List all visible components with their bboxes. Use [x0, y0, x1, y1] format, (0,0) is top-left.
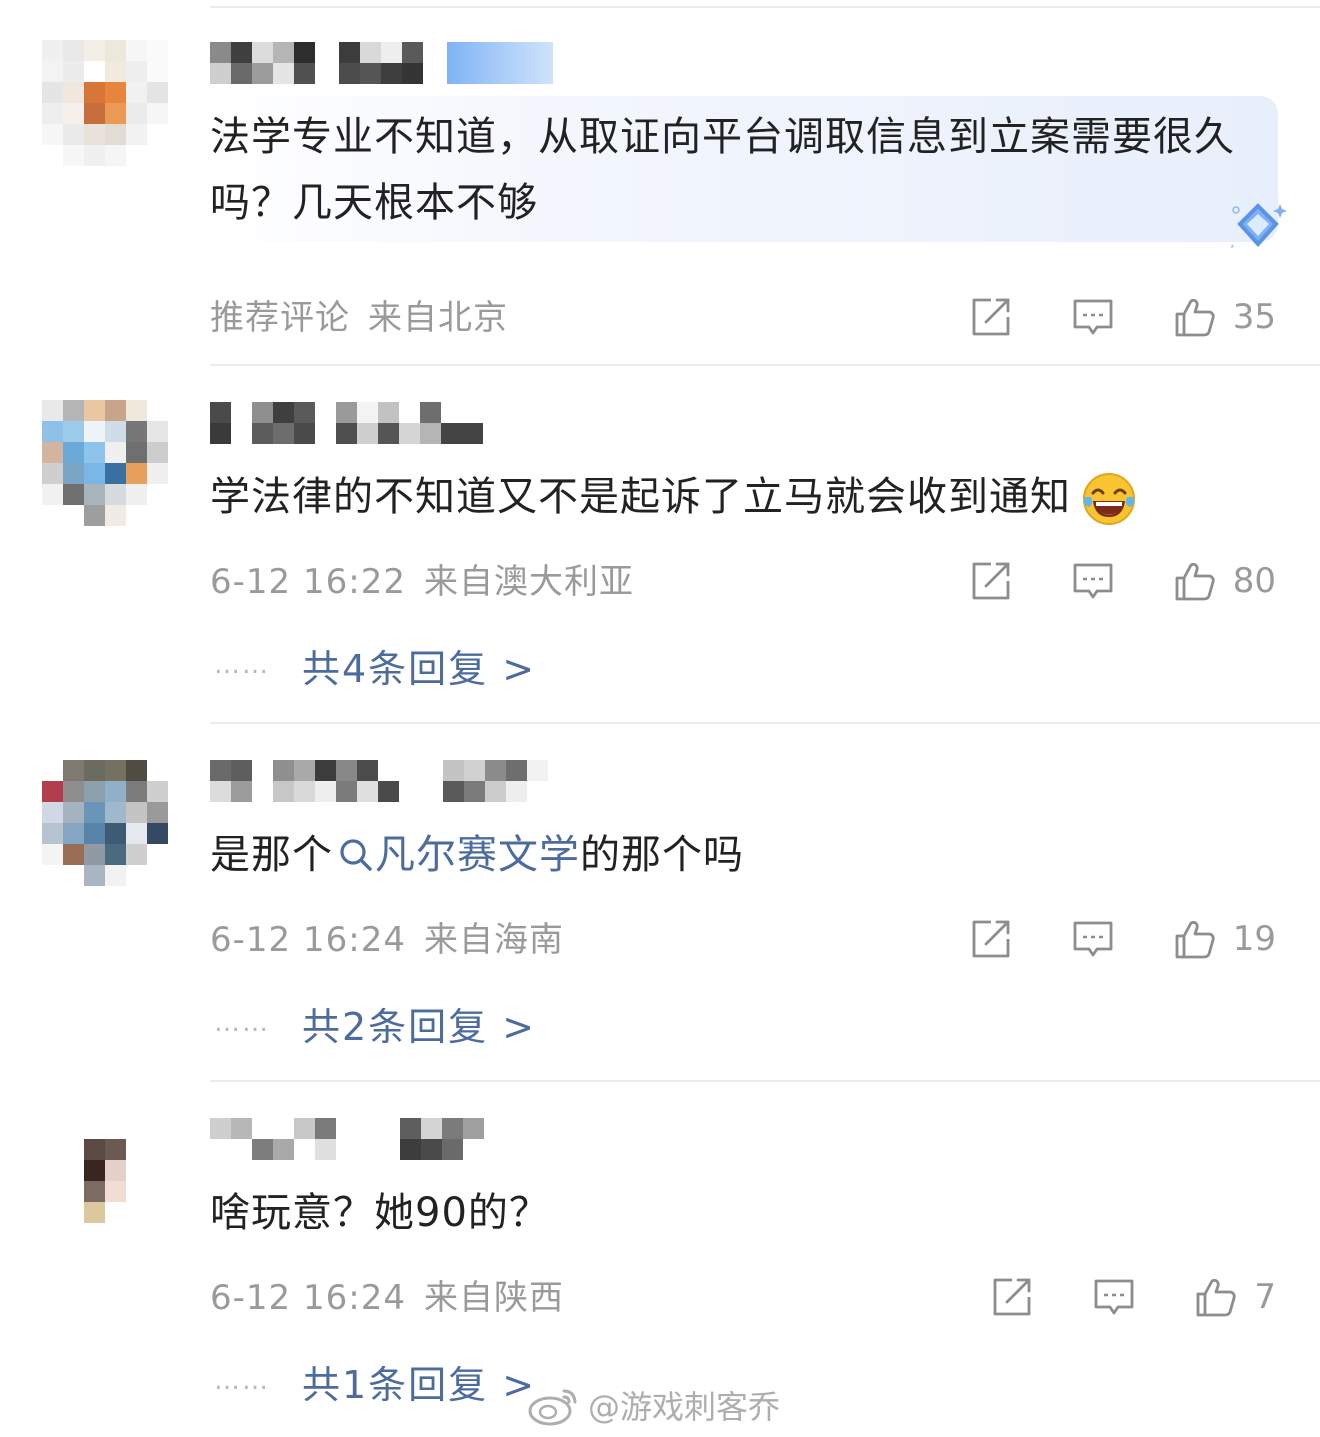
blurred-username — [210, 402, 483, 444]
comment-meta: 6-12 16:24 来自海南 — [210, 918, 564, 962]
watermark: @游戏刺客乔 — [526, 1382, 780, 1428]
comment-list: 法学专业不知道，从取证向平台调取信息到立案需要很久吗？几天根本不够 推荐评论 来… — [0, 0, 1320, 1437]
location-label: 来自澳大利亚 — [423, 562, 634, 602]
username[interactable] — [210, 760, 548, 802]
topic-label: 凡尔赛文学 — [375, 832, 580, 878]
weibo-logo-icon — [528, 1389, 577, 1426]
comment-actions: 19 — [969, 914, 1276, 964]
share-icon[interactable] — [969, 559, 1013, 603]
comment-icon[interactable] — [1071, 559, 1115, 603]
comment-text-after: 的那个吗 — [580, 832, 744, 878]
thumbs-up-icon[interactable] — [1173, 559, 1217, 603]
location-label: 来自陕西 — [423, 1278, 564, 1318]
comment-actions: 7 — [990, 1272, 1276, 1322]
laugh-cry-emoji — [1083, 473, 1135, 525]
recommended-label: 推荐评论 — [210, 298, 350, 338]
watermark-text: @游戏刺客乔 — [588, 1388, 781, 1426]
comment-text-before: 是那个 — [210, 832, 333, 878]
username[interactable] — [210, 1118, 484, 1160]
timestamp: 6-12 16:22 — [210, 562, 406, 602]
comment-meta: 推荐评论 来自北京 — [210, 296, 508, 340]
blurred-username — [400, 1118, 484, 1160]
search-icon — [340, 839, 372, 871]
like-count: 19 — [1232, 919, 1276, 959]
comment-text: 法学专业不知道，从取证向平台调取信息到立案需要很久吗？几天根本不够 — [210, 114, 1235, 226]
view-replies-link[interactable]: 共4条回复 > — [302, 638, 536, 693]
timestamp: 6-12 16:24 — [210, 920, 406, 960]
divider — [210, 1080, 1320, 1082]
comment-meta: 6-12 16:24 来自陕西 — [210, 1276, 564, 1320]
like-count: 35 — [1232, 297, 1276, 337]
thumbs-up-icon[interactable] — [1173, 917, 1217, 961]
share-icon[interactable] — [969, 917, 1013, 961]
comment-text-content: 学法律的不知道又不是起诉了立马就会收到通知 — [210, 474, 1071, 520]
username[interactable] — [210, 402, 483, 444]
thumbs-up-icon[interactable] — [1194, 1275, 1238, 1319]
comment-icon[interactable] — [1071, 917, 1115, 961]
thumbs-up-icon[interactable] — [1173, 295, 1217, 339]
view-replies-link[interactable]: 共2条回复 > — [302, 996, 536, 1051]
location-label: 来自海南 — [423, 920, 564, 960]
comment-text: 是那个 凡尔赛文学的那个吗 — [210, 822, 1280, 888]
reply-dots: …… — [214, 1008, 270, 1038]
topic-link[interactable]: 凡尔赛文学 — [333, 832, 580, 878]
blurred-username — [210, 1118, 336, 1160]
avatar[interactable] — [42, 760, 168, 886]
reply-summary[interactable]: …… 共4条回复 > — [214, 638, 536, 693]
comment-actions: 35 — [969, 292, 1276, 342]
blurred-username — [339, 42, 423, 84]
divider — [210, 6, 1320, 8]
username[interactable] — [210, 42, 553, 84]
reply-dots: …… — [214, 650, 270, 680]
comment-icon[interactable] — [1092, 1275, 1136, 1319]
blurred-username — [443, 760, 548, 802]
like-count: 7 — [1254, 1277, 1276, 1317]
avatar[interactable] — [42, 400, 168, 526]
timestamp: 6-12 16:24 — [210, 1278, 406, 1318]
comment-text: 啥玩意？她90的？ — [210, 1190, 550, 1236]
divider — [210, 722, 1320, 724]
avatar[interactable] — [42, 40, 168, 166]
blurred-username — [210, 42, 315, 84]
blurred-username — [210, 760, 399, 802]
divider — [210, 364, 1320, 366]
reply-summary[interactable]: …… 共1条回复 > — [214, 1354, 536, 1409]
comment-meta: 6-12 16:22 来自澳大利亚 — [210, 560, 634, 604]
member-badge — [447, 42, 553, 84]
reply-dots: …… — [214, 1366, 270, 1396]
share-icon[interactable] — [969, 295, 1013, 339]
comment-icon[interactable] — [1071, 295, 1115, 339]
reply-summary[interactable]: …… 共2条回复 > — [214, 996, 536, 1051]
view-replies-link[interactable]: 共1条回复 > — [302, 1354, 536, 1409]
avatar[interactable] — [42, 1118, 168, 1244]
comment-actions: 80 — [969, 556, 1276, 606]
like-count: 80 — [1232, 561, 1276, 601]
diamond-badge-icon — [1231, 203, 1287, 248]
location-label: 来自北京 — [368, 298, 508, 338]
share-icon[interactable] — [990, 1275, 1034, 1319]
comment-text: 学法律的不知道又不是起诉了立马就会收到通知 — [210, 464, 1280, 530]
